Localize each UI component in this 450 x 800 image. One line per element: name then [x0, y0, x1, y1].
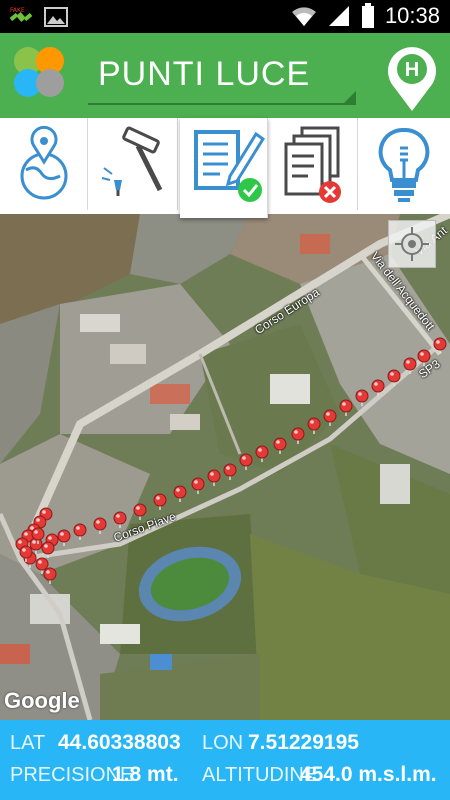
- light-point-marker[interactable]: [173, 485, 187, 502]
- lon-label: LON: [202, 732, 244, 754]
- page-title: PUNTI LUCE: [98, 55, 311, 93]
- light-point-marker[interactable]: [355, 389, 369, 406]
- light-point-marker[interactable]: [41, 541, 55, 558]
- hammer-icon: [101, 126, 163, 196]
- light-point-marker[interactable]: [57, 529, 71, 546]
- satellite-icon: FAKE: [9, 7, 33, 22]
- wifi-icon: [291, 7, 316, 26]
- markers-layer: [15, 337, 447, 584]
- light-point-marker[interactable]: [43, 567, 57, 584]
- tool-install[interactable]: [90, 118, 178, 210]
- precision-value: 1.8 mt.: [112, 763, 179, 786]
- lat-value: 44.60338803: [58, 731, 181, 754]
- light-point-marker[interactable]: [191, 477, 205, 494]
- light-point-marker[interactable]: [73, 523, 87, 540]
- light-point-marker[interactable]: [323, 409, 337, 426]
- light-point-marker[interactable]: [433, 337, 447, 354]
- clover-logo: [14, 47, 64, 97]
- app-bar: PUNTI LUCE H: [0, 33, 450, 118]
- title-spinner[interactable]: PUNTI LUCE: [88, 41, 356, 105]
- light-point-marker[interactable]: [307, 417, 321, 434]
- lon-value: 7.51229195: [248, 731, 359, 754]
- altitude-value: 454.0 m.s.l.m.: [300, 763, 437, 786]
- my-location-button[interactable]: [388, 220, 436, 268]
- image-icon: [44, 7, 68, 27]
- light-point-marker[interactable]: [387, 369, 401, 386]
- crosshair-icon: [395, 227, 429, 261]
- light-point-marker[interactable]: [403, 357, 417, 374]
- svg-text:H: H: [405, 59, 419, 81]
- documents-delete-icon: [284, 126, 341, 203]
- light-point-marker[interactable]: [273, 437, 287, 454]
- tool-map-locate[interactable]: [0, 118, 88, 210]
- toolbar: [0, 118, 450, 218]
- light-point-marker[interactable]: [207, 469, 221, 486]
- light-point-marker[interactable]: [339, 399, 353, 416]
- satellite-map[interactable]: Corso Europa Corso Piave Via dell'Acqued…: [0, 214, 450, 720]
- light-point-marker[interactable]: [153, 493, 167, 510]
- signal-icon: [328, 6, 349, 26]
- light-point-marker[interactable]: [223, 463, 237, 480]
- document-edit-check-icon: [194, 130, 266, 202]
- location-pin-h-icon[interactable]: H: [384, 43, 440, 113]
- google-logo: Google: [4, 688, 80, 713]
- tool-edit-record[interactable]: [180, 118, 268, 218]
- status-bar: FAKE 10:38: [0, 0, 450, 33]
- globe-pin-icon: [20, 125, 68, 200]
- light-point-marker[interactable]: [239, 453, 253, 470]
- light-point-marker[interactable]: [113, 511, 127, 528]
- spinner-arrow-icon: [344, 91, 356, 103]
- svg-text:FAKE: FAKE: [10, 7, 25, 14]
- lightbulb-icon: [378, 127, 430, 202]
- tool-light-points[interactable]: [360, 118, 450, 210]
- light-point-marker[interactable]: [291, 427, 305, 444]
- clock: 10:38: [384, 3, 440, 28]
- light-point-marker[interactable]: [93, 517, 107, 534]
- light-point-marker[interactable]: [371, 379, 385, 396]
- tool-delete-records[interactable]: [270, 118, 358, 210]
- light-point-marker[interactable]: [417, 349, 431, 366]
- coordinates-panel: LAT 44.60338803 LON 7.51229195 PRECISION…: [0, 720, 450, 800]
- light-point-marker[interactable]: [133, 503, 147, 520]
- lat-label: LAT: [10, 732, 46, 754]
- battery-icon: [361, 3, 374, 28]
- light-point-marker[interactable]: [255, 445, 269, 462]
